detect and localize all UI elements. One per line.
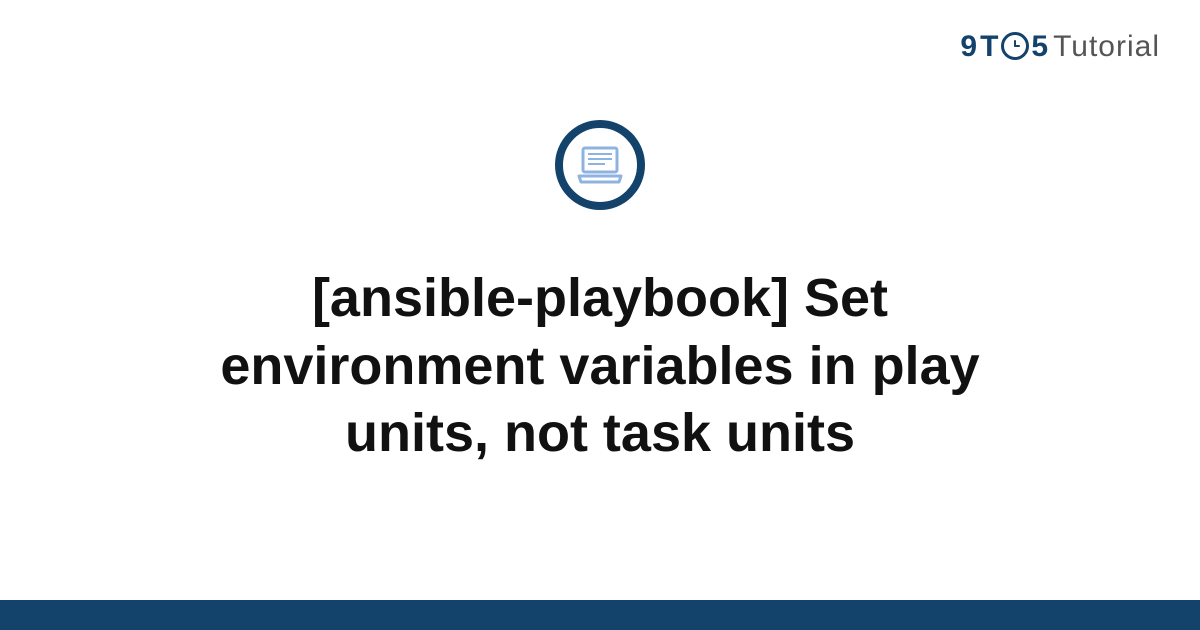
clock-icon (1001, 32, 1029, 60)
page-title: [ansible-playbook] Set environment varia… (100, 265, 1100, 468)
laptop-icon (555, 120, 645, 210)
hero-section: [ansible-playbook] Set environment varia… (0, 120, 1200, 468)
brand-five: 5 (1031, 30, 1049, 64)
brand-logo: 9 T 5 Tutorial (960, 30, 1160, 64)
brand-nine: 9 (960, 30, 978, 64)
brand-tutorial: Tutorial (1053, 30, 1160, 64)
footer-bar (0, 600, 1200, 630)
brand-t: T (980, 30, 999, 64)
